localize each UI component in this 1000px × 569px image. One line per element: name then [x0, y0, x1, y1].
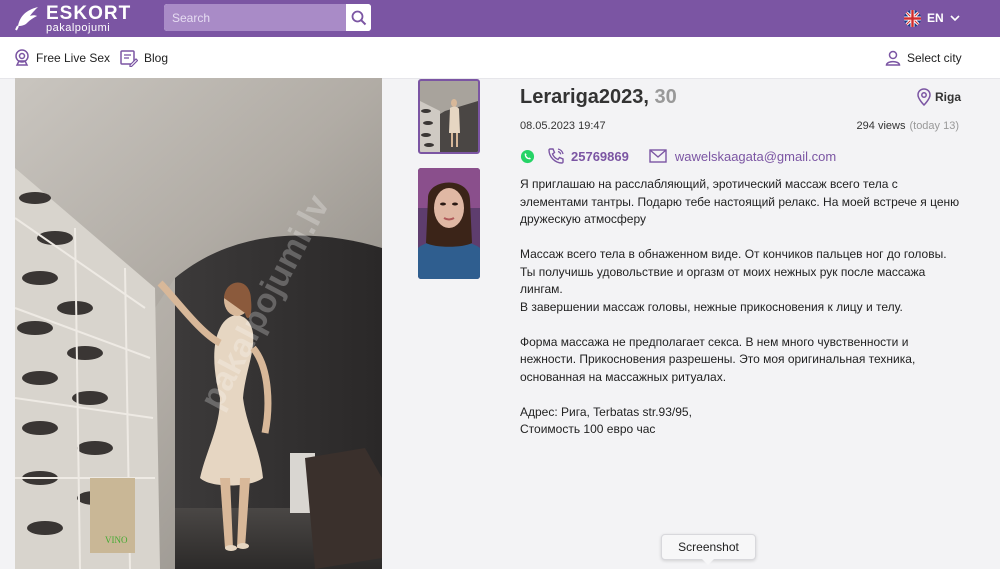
uk-flag-icon: [904, 9, 921, 27]
phone-link[interactable]: 25769869: [547, 147, 629, 165]
screenshot-tooltip: Screenshot: [661, 534, 756, 565]
profile-city-label: Riga: [935, 90, 962, 104]
photo-thumbnail-1[interactable]: [418, 79, 480, 154]
view-count: 294 views (today 13): [857, 120, 959, 132]
search-icon: [351, 10, 366, 25]
nav-blog[interactable]: Blog: [120, 48, 168, 68]
contact-row: 25769869 wawelskaagata@gmail.com: [520, 146, 836, 166]
nav-blog-label: Blog: [144, 51, 169, 65]
views-total: 294 views: [856, 120, 906, 132]
whatsapp-icon[interactable]: [520, 149, 535, 164]
search-input[interactable]: [164, 4, 346, 31]
svg-text:VINO: VINO: [105, 535, 128, 545]
description-paragraph: Я приглашаю на расслабляющий, эротически…: [520, 177, 960, 226]
site-logo[interactable]: ESKORT pakalpojumi: [14, 2, 144, 36]
nav-free-live-sex[interactable]: Free Live Sex: [14, 48, 110, 68]
description-paragraph: Форма массажа не предполагает секса. В н…: [520, 334, 916, 384]
search-button[interactable]: [346, 4, 371, 31]
search-box: [164, 4, 371, 31]
webcam-icon: [15, 49, 29, 66]
main-photo[interactable]: VINO pakalpojumi.lv: [15, 78, 382, 569]
nav-free-live-sex-label: Free Live Sex: [36, 51, 111, 65]
description-paragraph: Массаж всего тела в обнаженном виде. От …: [520, 247, 947, 296]
views-today: (today 13): [909, 120, 959, 132]
mail-icon: [649, 149, 667, 163]
select-city-button[interactable]: Select city: [885, 48, 962, 68]
language-label: EN: [927, 11, 944, 25]
language-selector[interactable]: EN: [904, 9, 960, 27]
profile-city[interactable]: Riga: [917, 88, 961, 106]
description-price: Стоимость 100 евро час: [520, 422, 656, 436]
profile-age: 30: [654, 86, 677, 108]
phone-number: 25769869: [571, 148, 629, 164]
phone-icon: [548, 148, 564, 164]
wing-logo-icon: [15, 7, 38, 31]
blog-icon: [120, 50, 138, 67]
description-paragraph: В завершении массаж головы, нежные прико…: [520, 299, 903, 314]
user-icon: [885, 50, 901, 66]
nav-bar: Free Live Sex Blog Select city: [0, 37, 1000, 79]
email-link[interactable]: wawelskaagata@gmail.com: [649, 149, 836, 164]
chevron-down-icon: [950, 15, 960, 22]
profile-name: Lerariga2023,: [520, 86, 649, 108]
email-address: wawelskaagata@gmail.com: [674, 148, 837, 164]
top-bar: ESKORT pakalpojumi EN: [0, 0, 1000, 37]
location-pin-icon: [917, 88, 931, 106]
photo-thumbnail-2[interactable]: [418, 168, 480, 279]
profile-title: Lerariga2023, 30: [520, 86, 677, 109]
select-city-label: Select city: [907, 51, 962, 65]
profile-description: Я приглашаю на расслабляющий, эротически…: [520, 176, 960, 456]
description-address: Адрес: Рига, Terbatas str.93/95,: [520, 404, 692, 419]
posted-date: 08.05.2023 19:47: [520, 120, 606, 132]
logo-subtitle-text: pakalpojumi: [46, 22, 111, 34]
